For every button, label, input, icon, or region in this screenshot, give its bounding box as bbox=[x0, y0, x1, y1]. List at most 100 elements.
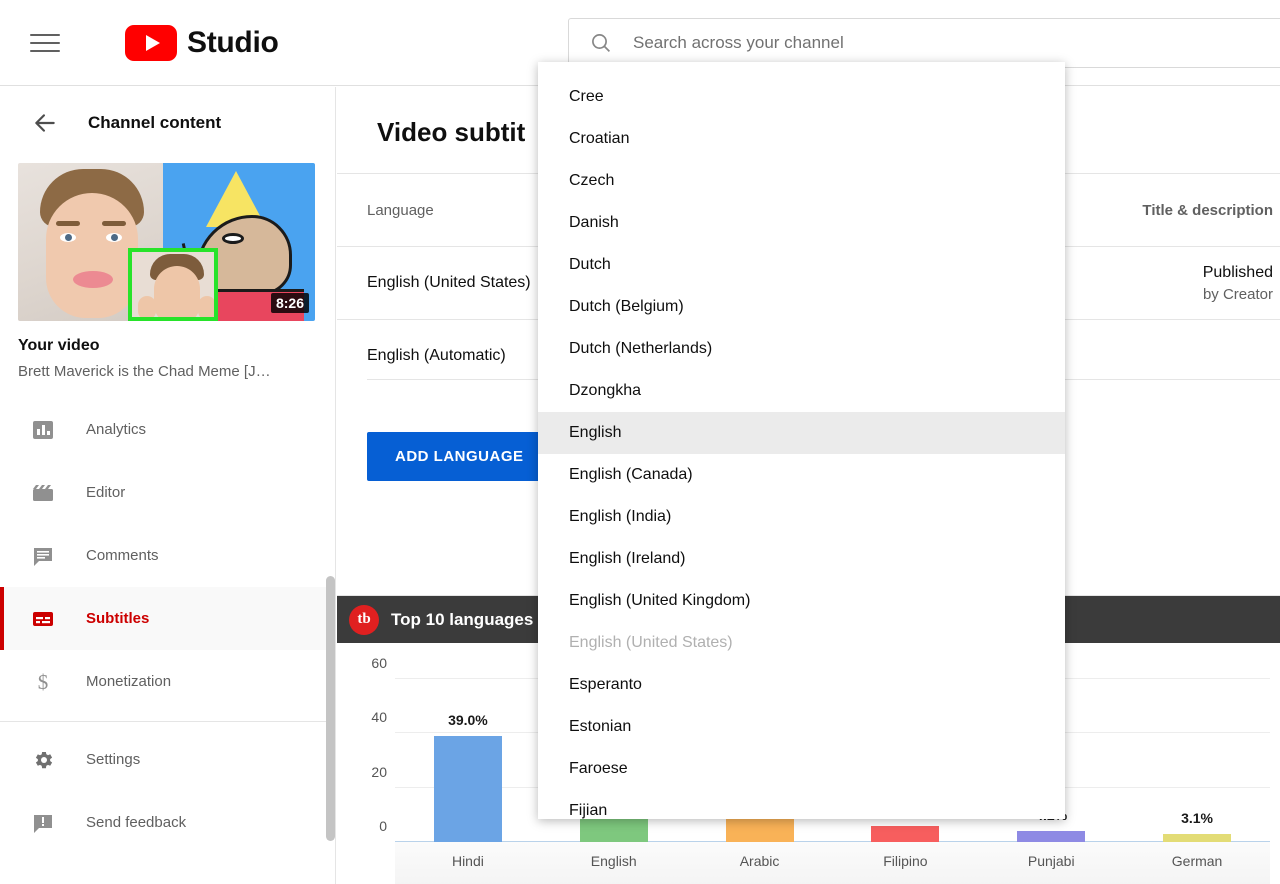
sidebar-scrollbar[interactable] bbox=[326, 576, 335, 841]
chart-x-axis: HindiEnglishArabicFilipinoPunjabiGerman bbox=[395, 842, 1270, 884]
language-option[interactable]: Croatian bbox=[538, 118, 1065, 160]
back-arrow-icon[interactable] bbox=[32, 110, 58, 136]
language-option[interactable]: English (Canada) bbox=[538, 454, 1065, 496]
search-icon bbox=[589, 31, 613, 55]
comments-icon bbox=[30, 543, 56, 569]
subtitles-icon bbox=[30, 606, 56, 632]
analytics-icon bbox=[30, 417, 56, 443]
hamburger-icon[interactable] bbox=[30, 26, 64, 60]
language-option-label: Dutch (Belgium) bbox=[569, 298, 684, 316]
language-option[interactable]: English (United Kingdom) bbox=[538, 580, 1065, 622]
language-option[interactable]: Dutch bbox=[538, 244, 1065, 286]
eyebrow-right bbox=[102, 221, 126, 226]
language-option-label: Cree bbox=[569, 88, 604, 106]
video-title: Brett Maverick is the Chad Meme [J… bbox=[18, 363, 308, 380]
chart-bar-slot[interactable]: 39.0% bbox=[395, 657, 541, 842]
brand-label: Studio bbox=[187, 26, 279, 60]
language-dropdown-menu[interactable]: Corsican Cree Croatian Czech Danish Dutch Dutc… bbox=[538, 62, 1065, 819]
hamburger-line bbox=[30, 34, 60, 36]
chart-x-tick-label: Arabic bbox=[687, 842, 833, 884]
inset-hands bbox=[138, 296, 216, 321]
language-option-label: Dutch bbox=[569, 256, 611, 274]
language-option[interactable]: Dzongkha bbox=[538, 370, 1065, 412]
language-option[interactable]: English bbox=[538, 412, 1065, 454]
sidebar-item-monetization[interactable]: $ Monetization bbox=[0, 650, 335, 713]
hand-right bbox=[198, 296, 216, 320]
sidebar-item-label: Editor bbox=[86, 484, 125, 501]
language-option[interactable]: Corsican bbox=[538, 62, 1065, 76]
youtube-play-icon bbox=[125, 25, 177, 61]
sidebar-item-label: Analytics bbox=[86, 421, 146, 438]
sidebar-item-editor[interactable]: Editor bbox=[0, 461, 335, 524]
sidebar-item-label: Comments bbox=[86, 547, 159, 564]
language-option[interactable]: Cree bbox=[538, 76, 1065, 118]
language-option-label: Estonian bbox=[569, 718, 631, 736]
chart-bar[interactable] bbox=[726, 818, 794, 842]
chart-bar[interactable] bbox=[871, 826, 939, 842]
editor-clapperboard-icon bbox=[30, 480, 56, 506]
language-option[interactable]: Faroese bbox=[538, 748, 1065, 790]
language-option-label: Corsican bbox=[569, 62, 632, 64]
language-option[interactable]: Fijian bbox=[538, 790, 1065, 819]
sidebar-item-send-feedback[interactable]: Send feedback bbox=[0, 791, 335, 854]
chart-bar[interactable] bbox=[1017, 831, 1085, 842]
hamburger-line bbox=[30, 42, 60, 44]
studio-logo-link[interactable]: Studio bbox=[125, 25, 279, 61]
sidebar-item-comments[interactable]: Comments bbox=[0, 524, 335, 587]
sidebar-item-analytics[interactable]: Analytics bbox=[0, 398, 335, 461]
your-video-label: Your video bbox=[18, 337, 317, 355]
search-bar[interactable] bbox=[568, 18, 1280, 68]
chad-eye bbox=[222, 233, 244, 244]
play-triangle bbox=[146, 35, 160, 51]
add-language-button[interactable]: ADD LANGUAGE bbox=[367, 432, 552, 481]
video-duration-badge: 8:26 bbox=[271, 293, 309, 313]
language-option-label: Czech bbox=[569, 172, 614, 190]
chart-y-tick-label: 0 bbox=[353, 818, 387, 834]
language-option[interactable]: Estonian bbox=[538, 706, 1065, 748]
chart-bar[interactable] bbox=[1163, 834, 1231, 842]
eye-left bbox=[60, 233, 76, 242]
language-option-label: Danish bbox=[569, 214, 619, 232]
language-option-label: Dzongkha bbox=[569, 382, 641, 400]
sidebar-item-settings[interactable]: Settings bbox=[0, 728, 335, 791]
language-option-label: English (India) bbox=[569, 508, 671, 526]
language-option-label: English (Canada) bbox=[569, 466, 693, 484]
inset-face-photo bbox=[128, 248, 218, 321]
sidebar-header: Channel content bbox=[0, 87, 335, 159]
language-option-label: Dutch (Netherlands) bbox=[569, 340, 712, 358]
language-option[interactable]: Danish bbox=[538, 202, 1065, 244]
sidebar-divider bbox=[0, 721, 335, 722]
face-skin bbox=[46, 193, 138, 318]
language-option-list: Corsican Cree Croatian Czech Danish Dutch Dutc… bbox=[538, 62, 1065, 819]
lips bbox=[73, 271, 113, 288]
video-thumbnail[interactable]: 8:26 bbox=[18, 163, 315, 321]
language-option[interactable]: English (Ireland) bbox=[538, 538, 1065, 580]
language-option[interactable]: Dutch (Netherlands) bbox=[538, 328, 1065, 370]
app-root: Studio Channel content bbox=[0, 0, 1280, 884]
chart-bar[interactable] bbox=[434, 736, 502, 842]
eye-right bbox=[106, 233, 122, 242]
language-option[interactable]: Esperanto bbox=[538, 664, 1065, 706]
feedback-icon bbox=[30, 810, 56, 836]
chart-y-tick-label: 40 bbox=[353, 709, 387, 725]
chart-x-tick-label: Filipino bbox=[832, 842, 978, 884]
language-option-label: Esperanto bbox=[569, 676, 642, 694]
chart-x-tick-label: Punjabi bbox=[978, 842, 1124, 884]
language-option[interactable]: Czech bbox=[538, 160, 1065, 202]
language-option[interactable]: Dutch (Belgium) bbox=[538, 286, 1065, 328]
language-option[interactable]: English (India) bbox=[538, 496, 1065, 538]
chart-x-tick-label: Hindi bbox=[395, 842, 541, 884]
language-option-label: Faroese bbox=[569, 760, 628, 778]
search-input[interactable] bbox=[633, 33, 1233, 53]
chart-y-tick-label: 60 bbox=[353, 655, 387, 671]
hand-left bbox=[138, 296, 156, 320]
svg-text:$: $ bbox=[38, 670, 49, 694]
sidebar-title: Channel content bbox=[88, 113, 221, 133]
language-option-label: English (United States) bbox=[569, 634, 733, 652]
hamburger-line bbox=[30, 50, 60, 52]
sidebar-item-subtitles[interactable]: Subtitles bbox=[0, 587, 335, 650]
chart-bar[interactable] bbox=[580, 816, 648, 842]
left-sidebar: Channel content bbox=[0, 87, 336, 884]
chart-bar-slot[interactable]: 3.1% bbox=[1124, 657, 1270, 842]
video-meta: Your video Brett Maverick is the Chad Me… bbox=[0, 321, 335, 380]
